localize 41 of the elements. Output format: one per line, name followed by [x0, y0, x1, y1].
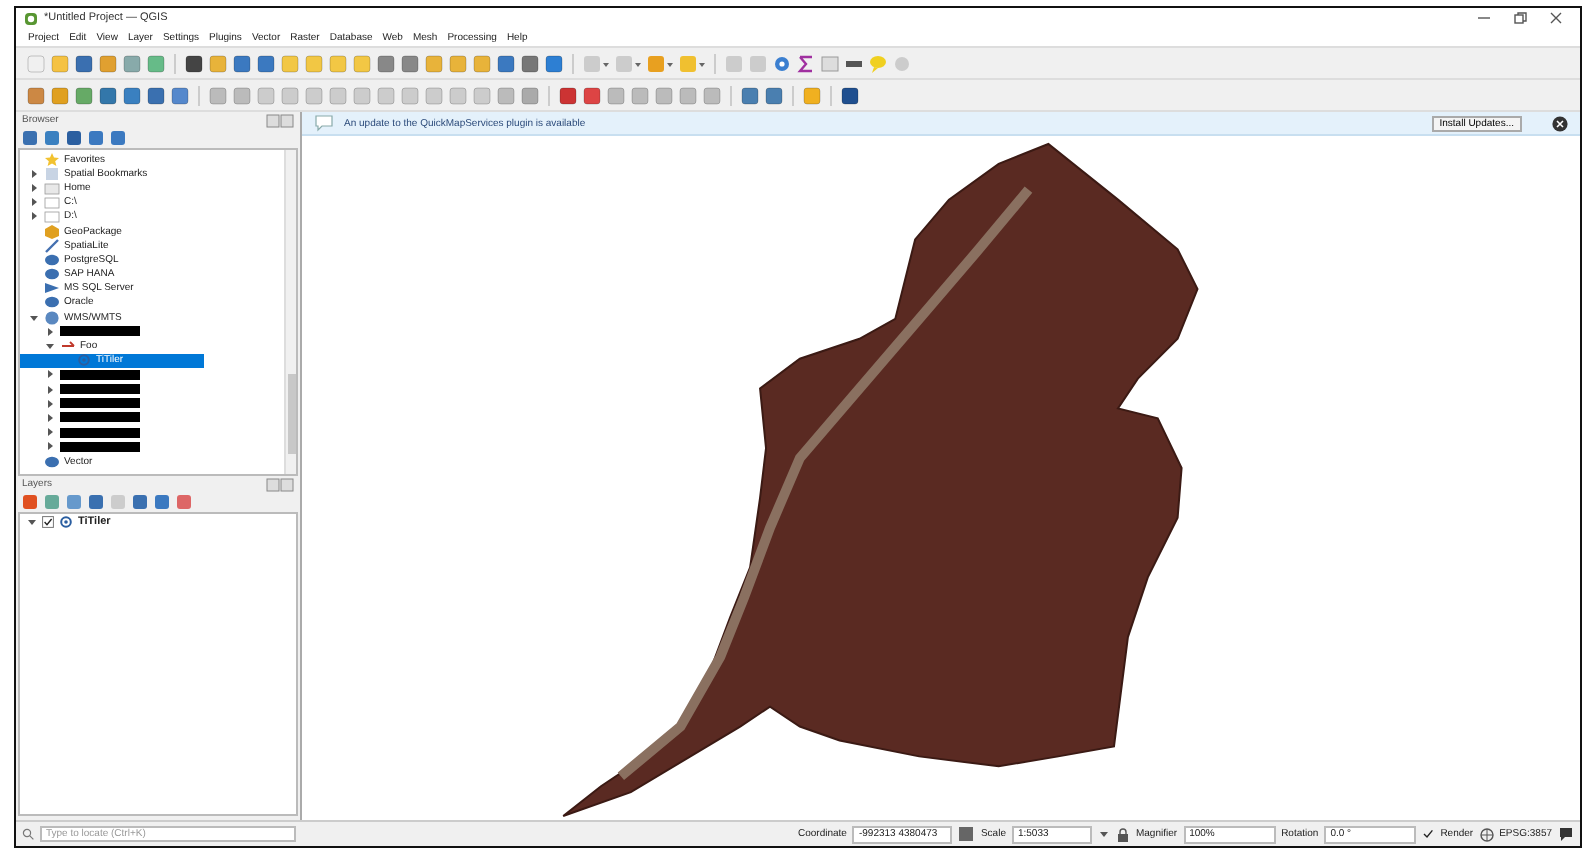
redaction-bar — [60, 369, 140, 380]
sigma-icon[interactable] — [796, 53, 816, 73]
collapse-arrow-icon[interactable] — [26, 516, 38, 528]
scrollbar[interactable] — [284, 150, 296, 474]
restore-icon[interactable] — [1512, 10, 1528, 26]
dropdown-tool-icon[interactable] — [678, 53, 706, 73]
geopackage-icon — [44, 223, 60, 240]
redaction-bar — [60, 427, 140, 438]
gear-icon[interactable] — [772, 53, 792, 73]
star-icon — [44, 151, 60, 168]
search-icon — [22, 828, 34, 840]
globe-icon — [1479, 827, 1494, 841]
close-icon[interactable] — [1552, 115, 1568, 131]
redaction-bar — [60, 441, 140, 452]
redaction-bar — [60, 398, 140, 409]
dropdown-tool-icon[interactable] — [614, 53, 642, 73]
folder-icon — [44, 179, 60, 196]
redaction-bar — [60, 412, 140, 423]
messages-icon[interactable] — [1558, 826, 1574, 842]
render-checkbox[interactable] — [1422, 828, 1435, 840]
layer-icon — [58, 514, 74, 530]
redaction-bar — [60, 326, 140, 337]
globe-icon — [44, 309, 60, 326]
bookmark-icon — [44, 165, 60, 182]
redaction-bar — [60, 384, 140, 395]
speech-bubble-icon — [314, 114, 334, 132]
dropdown-tool-icon[interactable] — [646, 53, 674, 73]
lock-icon[interactable] — [1115, 827, 1130, 841]
close-icon[interactable] — [1548, 10, 1564, 26]
panel-float-close-icon[interactable] — [266, 477, 294, 491]
expand-arrow-icon[interactable] — [44, 325, 56, 338]
collapse-arrow-icon[interactable] — [28, 311, 40, 324]
database-icon — [44, 453, 60, 470]
mssql-icon — [44, 280, 60, 297]
dropdown-tool-icon[interactable] — [582, 53, 610, 73]
panel-float-close-icon[interactable] — [266, 113, 294, 127]
spatialite-icon — [44, 237, 60, 254]
layer-icon — [76, 352, 92, 369]
layer-checkbox[interactable] — [42, 516, 54, 528]
dropdown-arrow-icon[interactable] — [1097, 828, 1110, 840]
collapse-arrow-icon[interactable] — [44, 340, 56, 353]
